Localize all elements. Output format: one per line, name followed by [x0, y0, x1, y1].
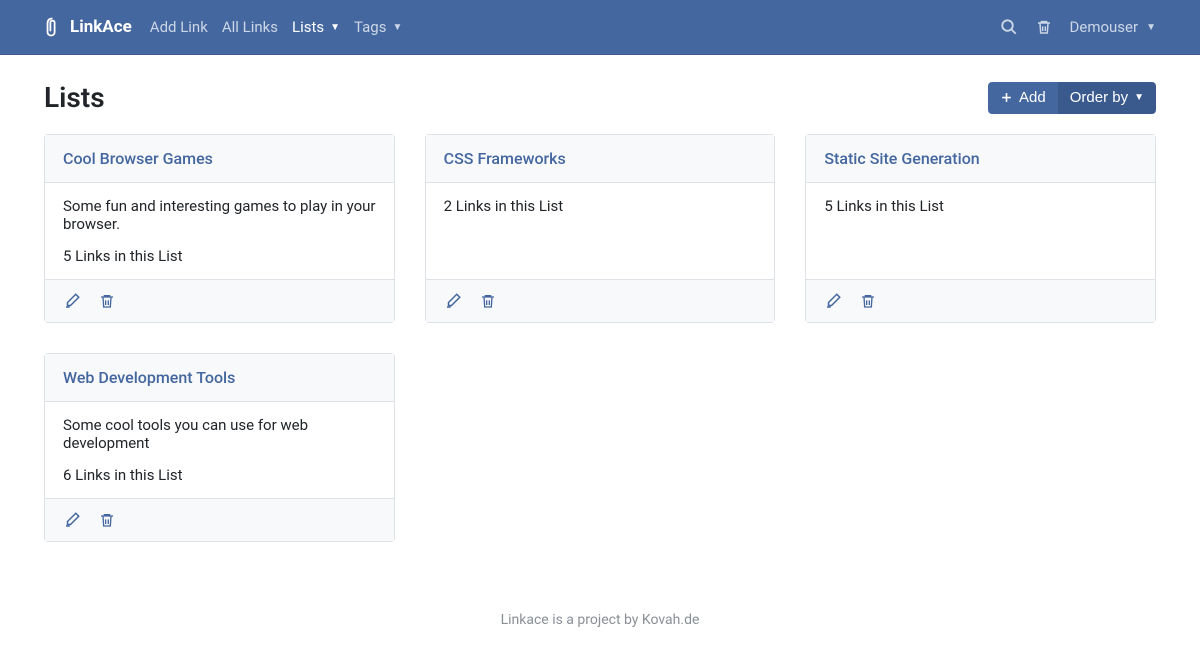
card-link-count: 5 Links in this List — [63, 247, 376, 265]
nav-add-link[interactable]: Add Link — [150, 18, 208, 36]
edit-button[interactable] — [63, 511, 81, 529]
trash-icon — [480, 292, 496, 310]
list-card: Cool Browser Games Some fun and interesti… — [44, 134, 395, 323]
edit-button[interactable] — [63, 292, 81, 310]
trash-icon — [860, 292, 876, 310]
card-link-count: 6 Links in this List — [63, 466, 376, 484]
delete-button[interactable] — [480, 292, 496, 310]
caret-down-icon: ▼ — [1146, 22, 1156, 33]
edit-button[interactable] — [824, 292, 842, 310]
trash-icon — [1036, 18, 1052, 36]
card-link-count: 5 Links in this List — [824, 197, 1137, 215]
search-button[interactable] — [1000, 18, 1018, 36]
list-card: Web Development Tools Some cool tools you… — [44, 353, 395, 542]
delete-button[interactable] — [860, 292, 876, 310]
card-title-link[interactable]: Static Site Generation — [824, 149, 979, 168]
trash-icon — [99, 511, 115, 529]
page-title: Lists — [44, 81, 105, 114]
card-link-count: 2 Links in this List — [444, 197, 757, 215]
paperclip-icon — [44, 17, 61, 37]
card-title-link[interactable]: Web Development Tools — [63, 368, 235, 387]
edit-icon — [824, 292, 842, 310]
order-by-button[interactable]: Order by ▼ — [1058, 82, 1156, 114]
card-description: Some fun and interesting games to play i… — [63, 197, 376, 233]
list-card: Static Site Generation 5 Links in this Li… — [805, 134, 1156, 323]
caret-down-icon: ▼ — [392, 22, 402, 33]
nav-lists[interactable]: Lists ▼ — [292, 18, 340, 36]
plus-icon — [1000, 91, 1013, 104]
caret-down-icon: ▼ — [330, 22, 340, 33]
delete-button[interactable] — [99, 292, 115, 310]
footer-link[interactable]: Kovah.de — [642, 612, 700, 628]
edit-icon — [63, 511, 81, 529]
edit-button[interactable] — [444, 292, 462, 310]
delete-button[interactable] — [99, 511, 115, 529]
brand-text: LinkAce — [70, 17, 132, 37]
search-icon — [1000, 18, 1018, 36]
trash-button[interactable] — [1036, 18, 1052, 36]
brand-link[interactable]: LinkAce — [44, 17, 132, 37]
trash-icon — [99, 292, 115, 310]
caret-down-icon: ▼ — [1134, 92, 1144, 103]
list-card: CSS Frameworks 2 Links in this List — [425, 134, 776, 323]
footer: Linkace is a project by Kovah.de — [0, 562, 1200, 658]
user-menu[interactable]: Demouser ▼ — [1070, 18, 1156, 36]
card-title-link[interactable]: CSS Frameworks — [444, 149, 566, 168]
edit-icon — [444, 292, 462, 310]
card-title-link[interactable]: Cool Browser Games — [63, 149, 213, 168]
nav-all-links[interactable]: All Links — [222, 18, 278, 36]
card-description: Some cool tools you can use for web deve… — [63, 416, 376, 452]
add-button[interactable]: Add — [988, 82, 1058, 114]
nav-tags[interactable]: Tags ▼ — [354, 18, 402, 36]
edit-icon — [63, 292, 81, 310]
